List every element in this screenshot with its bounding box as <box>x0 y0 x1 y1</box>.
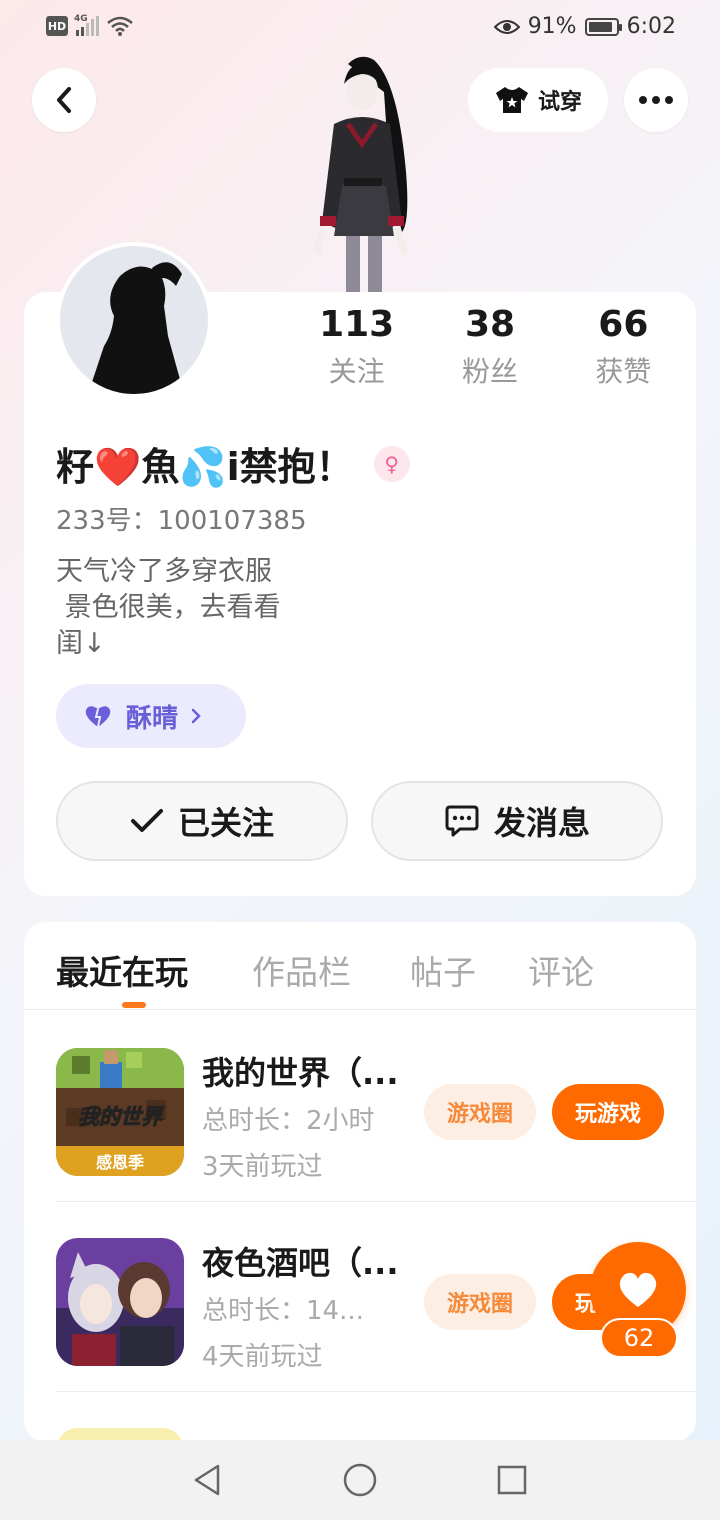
tab-works[interactable]: 作品栏 <box>252 946 351 994</box>
wifi-icon <box>107 16 133 36</box>
relationship-tag[interactable]: 酥晴 <box>56 684 246 748</box>
avatar-character <box>290 52 430 292</box>
game-duration: 总时长：14... <box>202 1296 364 1326</box>
stat-value: 66 <box>598 304 649 345</box>
minecraft-game-icon[interactable]: 我的世界 感恩季 <box>56 1048 184 1176</box>
tab-comments[interactable]: 评论 <box>528 946 594 994</box>
send-message-button[interactable]: 发消息 <box>371 781 663 861</box>
tab-posts[interactable]: 帖子 <box>410 946 476 994</box>
chat-bubble-icon <box>445 805 479 837</box>
nickname-row: 籽❤️魚💦i禁抱！ ♀ <box>56 436 410 491</box>
profile-tabs: 最近在玩 作品栏 帖子 评论 <box>24 922 696 1010</box>
stat-label: 获赞 <box>595 355 652 388</box>
status-bar: HD 4G 91% 6:02 <box>0 0 720 58</box>
stat-value: 113 <box>319 304 395 345</box>
system-nav-bar <box>0 1440 720 1520</box>
more-options-button[interactable] <box>624 68 688 132</box>
game-icon-title: 我的世界 <box>78 1105 164 1129</box>
clock: 6:02 <box>626 14 676 39</box>
game-circle-button[interactable]: 游戏圈 <box>424 1274 536 1330</box>
nav-back-icon[interactable] <box>190 1462 226 1498</box>
heart-icon <box>619 1272 657 1307</box>
female-gender-icon: ♀ <box>373 445 410 482</box>
stat-label: 粉丝 <box>461 355 518 388</box>
battery-icon <box>584 17 622 36</box>
tab-recently-played[interactable]: 最近在玩 <box>56 946 188 994</box>
more-dots-icon <box>639 96 673 104</box>
nav-home-icon[interactable] <box>342 1462 378 1498</box>
game-title: 我的世界（... <box>202 1054 399 1092</box>
tshirt-icon <box>495 87 528 113</box>
game-row[interactable]: 我的世界 感恩季 我的世界（... 总时长：2小时 3天前玩过 游戏圈 玩游戏 <box>56 1012 696 1202</box>
stat-likes[interactable]: 66 获赞 <box>557 302 690 390</box>
try-on-label: 试穿 <box>537 90 582 115</box>
game-title: 夜色酒吧（... <box>202 1244 399 1282</box>
activity-card: 最近在玩 作品栏 帖子 评论 我的世界 感恩季 我的世界（... 总时长：2小时… <box>24 922 696 1442</box>
followed-button[interactable]: 已关注 <box>56 781 348 861</box>
chevron-right-icon <box>191 708 201 724</box>
game-row[interactable] <box>56 1392 696 1442</box>
avatar[interactable] <box>56 242 212 398</box>
game-last-played: 3天前玩过 <box>202 1152 323 1182</box>
back-button[interactable] <box>32 68 96 132</box>
bio: 天气冷了多穿衣服 景色很美，去看看 闺↓ <box>56 556 281 659</box>
followed-label: 已关注 <box>177 804 274 842</box>
nickname: 籽❤️魚💦i禁抱！ <box>56 445 354 489</box>
battery-percent: 91% <box>527 14 577 39</box>
send-message-label: 发消息 <box>493 804 590 842</box>
play-game-button[interactable]: 玩游戏 <box>552 1084 664 1140</box>
stat-followers[interactable]: 38 粉丝 <box>423 302 556 390</box>
game-icon-subtitle: 感恩季 <box>96 1153 145 1172</box>
tab-indicator <box>122 1002 146 1008</box>
game-duration: 总时长：2小时 <box>202 1106 375 1136</box>
stat-label: 关注 <box>328 355 385 388</box>
user-id: 233号：100107385 <box>56 506 307 536</box>
stat-value: 38 <box>464 304 516 345</box>
stat-following[interactable]: 113 关注 <box>290 302 423 390</box>
like-count: 62 <box>600 1318 678 1358</box>
eye-comfort-icon <box>493 19 520 34</box>
heart-icon <box>85 706 111 728</box>
nav-recents-icon[interactable] <box>494 1462 530 1498</box>
cell-signal-icon: 4G <box>74 14 99 36</box>
profile-stats: 113 关注 38 粉丝 66 获赞 <box>290 302 690 390</box>
tag-label: 酥晴 <box>126 703 179 734</box>
game-last-played: 4天前玩过 <box>202 1342 323 1372</box>
night-bar-game-icon[interactable] <box>56 1238 184 1366</box>
try-on-button[interactable]: 试穿 <box>468 68 608 132</box>
hd-badge: HD <box>46 16 68 36</box>
checkmark-icon <box>130 809 163 832</box>
game-circle-button[interactable]: 游戏圈 <box>424 1084 536 1140</box>
chevron-left-icon <box>57 87 71 113</box>
